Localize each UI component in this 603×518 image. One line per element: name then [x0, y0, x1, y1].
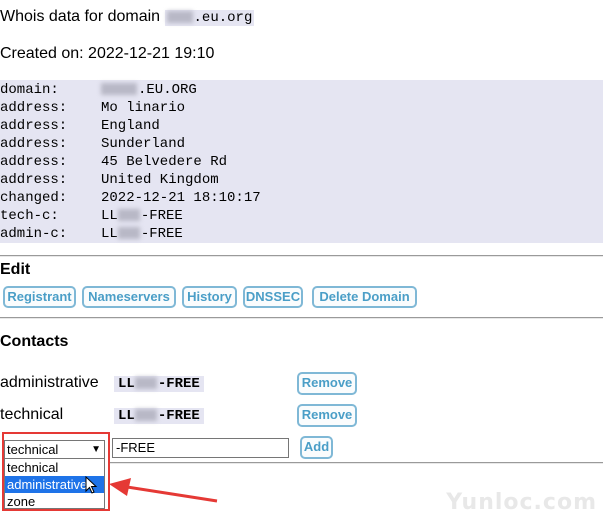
title-prefix: Whois data for domain: [0, 8, 161, 25]
whois-value: 2022-12-21 18:10:17: [101, 190, 261, 206]
whois-block: domain: .EU.ORG address: Mo linario addres…: [0, 80, 603, 243]
whois-value: United Kingdom: [101, 172, 219, 188]
contacts-heading: Contacts: [0, 333, 69, 350]
nameservers-button[interactable]: Nameservers: [82, 286, 176, 308]
contact-role: technical: [0, 406, 64, 423]
whois-value: .EU.ORG: [101, 81, 197, 99]
whois-key: admin-c:: [0, 226, 68, 242]
whois-value: Mo linario: [101, 100, 186, 116]
redacted-mark: [117, 209, 140, 222]
remove-button[interactable]: Remove: [297, 404, 357, 427]
redacted-mark: [134, 377, 157, 390]
contact-handle-input[interactable]: -FREE: [112, 438, 289, 458]
redacted-mark: [134, 409, 157, 422]
registrant-button[interactable]: Registrant: [3, 286, 76, 308]
contact-handle: LL -FREE: [114, 408, 204, 424]
annotation-highlight-box: [2, 432, 110, 511]
contact-handle: LL -FREE: [114, 376, 204, 392]
whois-key: address:: [0, 118, 68, 134]
whois-key: address:: [0, 172, 68, 188]
whois-key: changed:: [0, 190, 68, 206]
delete-domain-button[interactable]: Delete Domain: [312, 286, 417, 308]
remove-button[interactable]: Remove: [297, 372, 357, 395]
whois-key: address:: [0, 136, 68, 152]
whois-value: England: [101, 118, 160, 134]
divider: [0, 255, 603, 257]
page-title: Whois data for domain .eu.org: [0, 8, 255, 26]
contact-role: administrative: [0, 374, 99, 391]
divider: [110, 462, 603, 464]
watermark: Yunloc.com: [446, 490, 597, 515]
whois-value: LL -FREE: [101, 226, 183, 242]
redacted-mark: [166, 11, 193, 24]
title-domain: .eu.org: [164, 10, 255, 26]
created-date: Created on: 2022-12-21 19:10: [0, 45, 215, 62]
annotation-arrow-icon: [109, 478, 218, 503]
add-button[interactable]: Add: [300, 436, 333, 459]
history-button[interactable]: History: [182, 286, 237, 308]
whois-value: 45 Belvedere Rd: [101, 154, 228, 170]
dnssec-button[interactable]: DNSSEC: [243, 286, 303, 308]
whois-key: domain:: [0, 82, 59, 98]
redacted-mark: [117, 227, 140, 240]
whois-value: Sunderland: [101, 136, 186, 152]
redacted-mark: [101, 83, 137, 96]
whois-value: LL -FREE: [101, 208, 183, 224]
whois-key: address:: [0, 100, 68, 116]
whois-key: tech-c:: [0, 208, 59, 224]
title-domain-suffix: .eu.org: [193, 10, 253, 26]
edit-heading: Edit: [0, 261, 31, 278]
whois-key: address:: [0, 154, 68, 170]
divider: [0, 317, 603, 319]
